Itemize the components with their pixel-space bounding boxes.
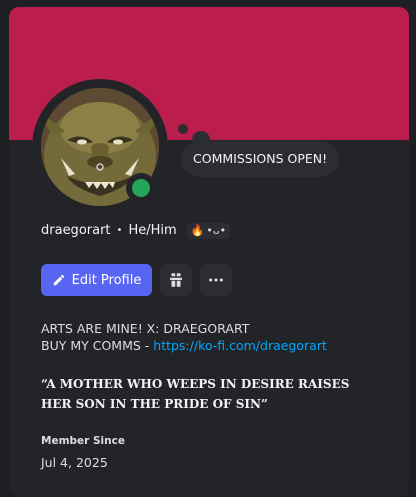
member-since-label: Member Since: [41, 435, 125, 447]
bio-section: ARTS ARE MINE! X: DRAEGORART BUY MY COMM…: [41, 320, 391, 354]
bio-line-2: BUY MY COMMS - https://ko-fi.com/draegor…: [41, 337, 391, 354]
online-status-dot: [132, 179, 150, 197]
edit-profile-button[interactable]: Edit Profile: [41, 264, 152, 296]
note-bubble-tail-small: [178, 124, 188, 134]
bio-line-2-text: BUY MY COMMS -: [41, 338, 154, 353]
username[interactable]: draegorart: [41, 222, 111, 240]
bio-quote: “A MOTHER WHO WEEPS IN DESIRE RAISES HER…: [41, 377, 350, 411]
avatar-frame[interactable]: [32, 79, 168, 215]
face-icon: •ᴗ•: [206, 224, 227, 237]
fire-icon: 🔥: [190, 224, 205, 237]
name-separator: •: [116, 225, 123, 236]
profile-badge[interactable]: 🔥 •ᴗ•: [186, 223, 231, 239]
more-options-button[interactable]: [200, 264, 232, 296]
profile-note[interactable]: COMMISSIONS OPEN!: [181, 141, 340, 177]
member-since-date: Jul 4, 2025: [41, 455, 108, 470]
edit-profile-label: Edit Profile: [71, 272, 142, 288]
pencil-icon: [53, 274, 64, 286]
profile-card: COMMISSIONS OPEN! draegorart • He/Him 🔥 …: [9, 7, 409, 497]
kofi-link[interactable]: https://ko-fi.com/draegorart: [153, 338, 327, 353]
ellipsis-icon: [209, 278, 223, 282]
tag-icon: [170, 273, 182, 287]
server-tag-button[interactable]: [160, 264, 192, 296]
online-status-indicator: [126, 173, 156, 203]
pronouns: He/Him: [128, 223, 177, 238]
name-line: draegorart • He/Him 🔥 •ᴗ•: [41, 222, 231, 240]
bio-line-1: ARTS ARE MINE! X: DRAEGORART: [41, 321, 250, 336]
